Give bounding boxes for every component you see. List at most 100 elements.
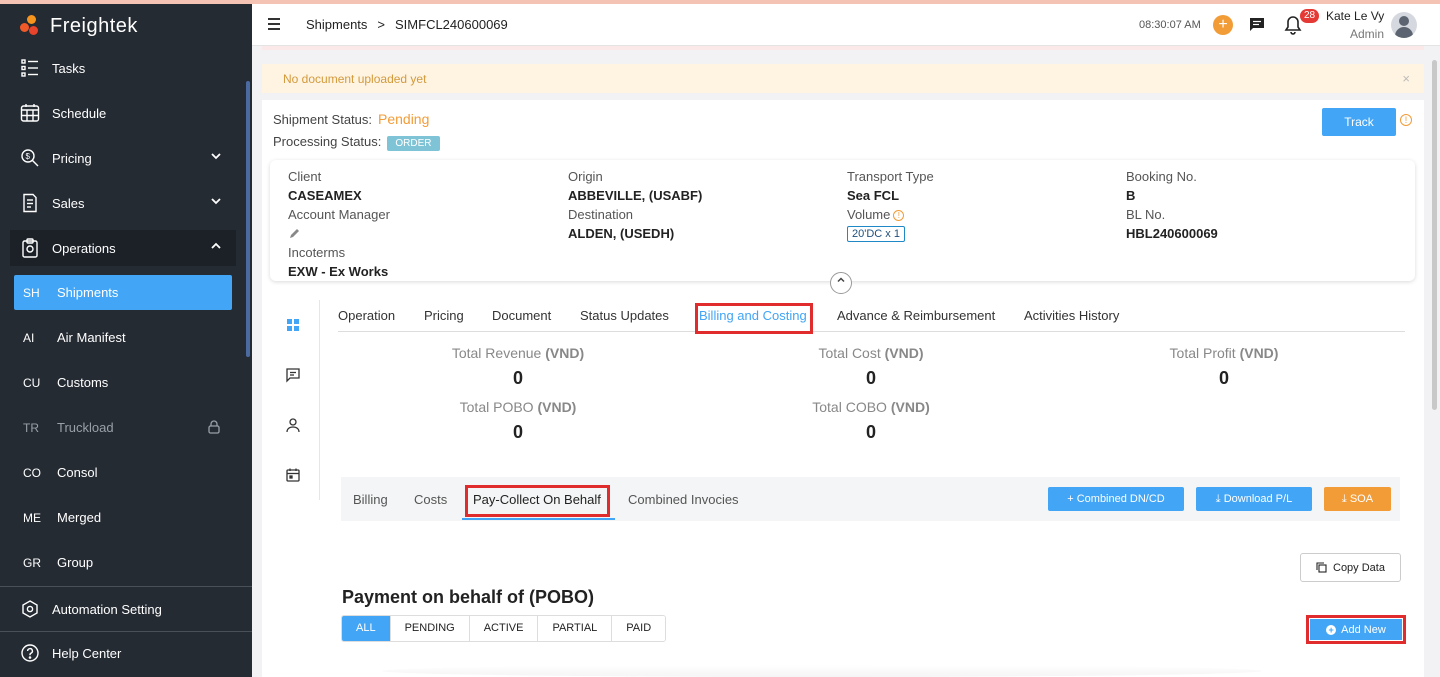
sidebar-item-customs[interactable]: CU Customs: [14, 365, 232, 400]
client-label: Client: [288, 169, 322, 184]
sidebar-item-tasks[interactable]: Tasks: [10, 50, 236, 86]
chevron-up-icon: [837, 277, 845, 283]
bl-value: HBL240600069: [1126, 226, 1218, 241]
loading-table-placeholder: [382, 665, 1262, 677]
volume-tag: 20'DC x 1: [847, 226, 905, 242]
breadcrumb-shipments[interactable]: Shipments: [306, 17, 367, 32]
total-profit-value: 0: [1218, 368, 1229, 388]
sidebar-item-shipments[interactable]: SH Shipments: [14, 275, 232, 310]
quick-add-button[interactable]: +: [1213, 15, 1233, 35]
currency-label: (VND): [884, 345, 924, 361]
sales-icon: [18, 191, 42, 215]
sidebar-item-sales[interactable]: Sales: [10, 185, 236, 221]
currency-label: (VND): [537, 399, 577, 415]
tab-pricing[interactable]: Pricing: [424, 308, 464, 323]
bell-icon[interactable]: [1284, 15, 1302, 38]
total-profit-label: Total Profit (VND): [1114, 345, 1334, 361]
sidebar-item-help-center[interactable]: Help Center: [10, 635, 236, 671]
info-icon[interactable]: !: [1400, 114, 1412, 126]
settings-icon: [18, 597, 42, 621]
logo[interactable]: Freightek: [20, 12, 138, 40]
shipment-info-card: Client CASEAMEX Account Manager Incoterm…: [270, 160, 1415, 281]
copy-data-label: Copy Data: [1333, 561, 1385, 574]
filter-paid[interactable]: PAID: [612, 616, 666, 641]
processing-status: Processing Status: ORDER: [273, 134, 440, 151]
sidebar-item-abbr: CU: [23, 375, 41, 390]
booking-value: B: [1126, 188, 1136, 203]
sidebar-item-truckload[interactable]: TR Truckload: [14, 410, 232, 445]
page-scrollbar[interactable]: [1432, 60, 1437, 410]
tab-operation[interactable]: Operation: [338, 308, 395, 323]
subtab-billing[interactable]: Billing: [353, 492, 388, 507]
grid-icon[interactable]: [285, 317, 305, 337]
sidebar-item-operations[interactable]: Operations: [10, 230, 236, 266]
sidebar-item-schedule[interactable]: Schedule: [10, 95, 236, 131]
sidebar-item-abbr: SH: [23, 285, 40, 300]
highlight-pay-collect-tab: [465, 485, 610, 517]
chevron-down-icon: [210, 150, 222, 165]
tab-status-updates[interactable]: Status Updates: [580, 308, 669, 323]
chat-icon[interactable]: [1248, 16, 1266, 37]
info-icon[interactable]: !: [893, 210, 905, 222]
account-manager-label: Account Manager: [288, 207, 390, 222]
subtab-combined-invoices[interactable]: Combined Invocies: [628, 492, 739, 507]
destination-label: Destination: [568, 207, 634, 222]
total-cobo-value: 0: [865, 422, 876, 442]
tab-advance-reimbursement[interactable]: Advance & Reimbursement: [837, 308, 995, 323]
sidebar-divider: [0, 631, 252, 632]
volume-label-text: Volume: [847, 207, 891, 222]
sidebar: Freightek Tasks Schedule $ Pricing Sales: [0, 4, 252, 677]
pobo-status-filters: ALL PENDING ACTIVE PARTIAL PAID: [341, 615, 667, 642]
shipment-detail-panel: Shipment Status: Pending Processing Statu…: [262, 100, 1424, 677]
menu-icon[interactable]: [268, 18, 280, 33]
calendar-icon[interactable]: [285, 467, 305, 487]
download-pl-label: Download P/L: [1223, 493, 1293, 505]
pobo-section-title: Payment on behalf of (POBO): [342, 587, 595, 607]
currency-label: (VND): [545, 345, 585, 361]
filter-pending[interactable]: PENDING: [390, 616, 470, 641]
filter-partial[interactable]: PARTIAL: [538, 616, 613, 641]
total-cost-label: Total Cost (VND): [761, 345, 981, 361]
track-button[interactable]: Track: [1322, 108, 1396, 136]
sidebar-item-label: Sales: [52, 195, 85, 211]
close-icon[interactable]: ×: [1402, 71, 1410, 86]
user-name[interactable]: Kate Le Vy: [1326, 9, 1384, 23]
clock-time: 08:30:07 AM: [1139, 19, 1201, 31]
soa-button[interactable]: ⤓ SOA: [1324, 487, 1391, 511]
sidebar-item-abbr: GR: [23, 555, 41, 570]
collapse-button[interactable]: [830, 272, 852, 294]
combined-dn-cd-button[interactable]: + Combined DN/CD: [1048, 487, 1184, 511]
pencil-icon[interactable]: [289, 227, 300, 242]
sidebar-item-label: Help Center: [52, 645, 122, 661]
filter-active[interactable]: ACTIVE: [469, 616, 539, 641]
app-name: Freightek: [50, 14, 138, 37]
tab-document[interactable]: Document: [492, 308, 551, 323]
sidebar-item-group[interactable]: GR Group: [14, 545, 232, 580]
sidebar-item-air-manifest[interactable]: AI Air Manifest: [14, 320, 232, 355]
sidebar-item-merged[interactable]: ME Merged: [14, 500, 232, 535]
tasks-icon: [18, 56, 42, 80]
avatar[interactable]: [1391, 12, 1417, 38]
sidebar-item-label: Shipments: [57, 285, 119, 300]
chevron-up-icon: [210, 240, 222, 255]
sidebar-item-pricing[interactable]: $ Pricing: [10, 140, 236, 176]
total-pobo-value: 0: [512, 422, 523, 442]
sidebar-item-label: Schedule: [52, 105, 107, 121]
active-subtab-indicator: [462, 518, 615, 520]
subtab-costs[interactable]: Costs: [414, 492, 447, 507]
comment-icon[interactable]: [285, 367, 305, 387]
sidebar-item-automation-setting[interactable]: Automation Setting: [10, 591, 236, 627]
download-pl-button[interactable]: ⤓ Download P/L: [1196, 487, 1312, 511]
user-icon[interactable]: [285, 417, 305, 437]
filter-all[interactable]: ALL: [342, 616, 391, 641]
pricing-icon: $: [18, 146, 42, 170]
sidebar-scrollbar[interactable]: [246, 81, 250, 357]
copy-data-button[interactable]: Copy Data: [1300, 553, 1401, 582]
help-icon: [18, 641, 42, 665]
sidebar-item-consol[interactable]: CO Consol: [14, 455, 232, 490]
tab-activities-history[interactable]: Activities History: [1024, 308, 1119, 323]
sidebar-item-label: Pricing: [52, 150, 92, 166]
sidebar-item-abbr: TR: [23, 420, 39, 435]
destination-value: ALDEN, (USEDH): [568, 226, 675, 241]
detail-tabs: Operation Pricing Document Status Update…: [338, 302, 1405, 332]
